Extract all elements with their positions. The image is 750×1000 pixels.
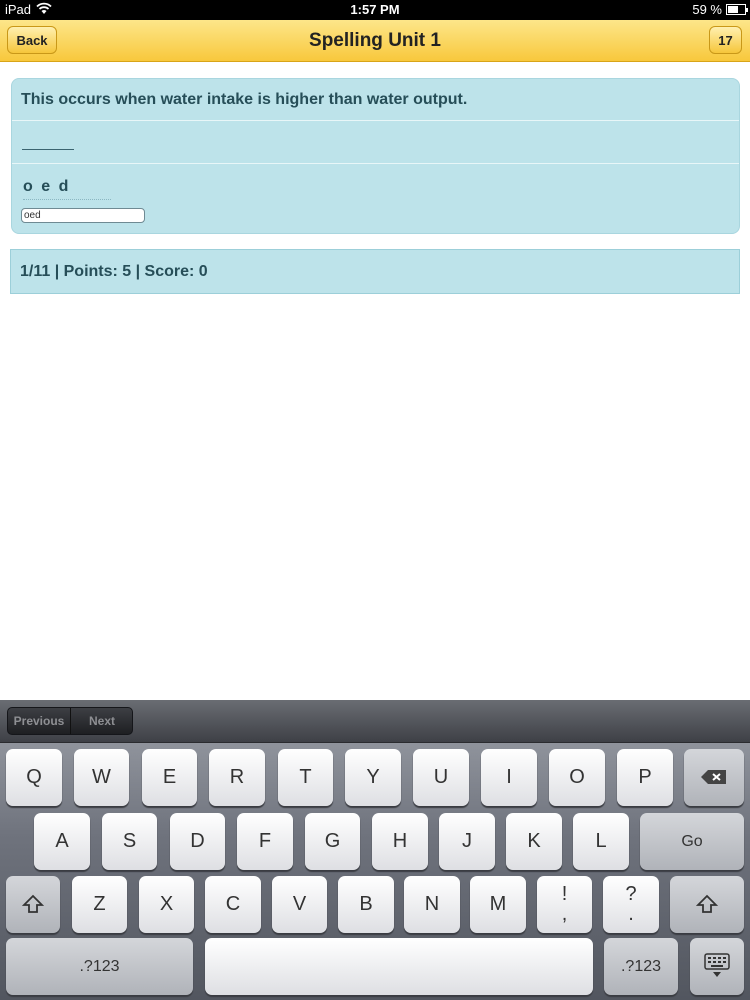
key-exclaim-comma[interactable]: ! , [537, 876, 592, 933]
hide-keyboard-key[interactable] [690, 938, 744, 995]
key-period-label: . [628, 903, 634, 925]
shift-key-left[interactable] [6, 876, 60, 933]
key-comma-label: , [561, 903, 568, 925]
numbers-key-right[interactable]: .?123 [604, 938, 678, 995]
key-l[interactable]: L [573, 813, 629, 870]
backspace-icon [701, 770, 726, 784]
letters-underline [23, 199, 111, 200]
key-b[interactable]: B [338, 876, 394, 933]
key-u[interactable]: U [413, 749, 469, 806]
key-m[interactable]: M [470, 876, 526, 933]
question-card: This occurs when water intake is higher … [11, 78, 740, 234]
status-bar: iPad 1:57 PM 59 % [0, 0, 750, 20]
shift-key-right[interactable] [670, 876, 744, 933]
key-e[interactable]: E [142, 749, 197, 806]
key-h[interactable]: H [372, 813, 428, 870]
key-a[interactable]: A [34, 813, 90, 870]
key-x[interactable]: X [139, 876, 194, 933]
key-y[interactable]: Y [345, 749, 401, 806]
key-question-label: ? [625, 883, 637, 905]
delete-key[interactable] [684, 749, 744, 806]
question-prompt: This occurs when water intake is higher … [21, 91, 468, 108]
key-f[interactable]: F [237, 813, 293, 870]
previous-button[interactable]: Previous [8, 708, 71, 734]
key-i[interactable]: I [481, 749, 537, 806]
numbers-key-left[interactable]: .?123 [6, 938, 193, 995]
prev-next-control: Previous Next [7, 707, 133, 735]
clock: 1:57 PM [350, 2, 400, 17]
keyboard-hide-icon [704, 953, 730, 977]
answer-row: o e d [12, 164, 739, 233]
key-k[interactable]: K [506, 813, 562, 870]
go-key[interactable]: Go [640, 813, 744, 870]
key-n[interactable]: N [404, 876, 460, 933]
key-r[interactable]: R [209, 749, 265, 806]
progress-text: 1/11 | Points: 5 | Score: 0 [20, 263, 208, 280]
keyboard-toolbar: Previous Next [0, 700, 750, 743]
next-button[interactable]: Next [71, 708, 132, 734]
key-o[interactable]: O [549, 749, 605, 806]
battery-icon [726, 4, 748, 15]
key-exclaim-label: ! [561, 883, 568, 905]
progress-panel: 1/11 | Points: 5 | Score: 0 [10, 249, 740, 294]
key-z[interactable]: Z [72, 876, 127, 933]
key-t[interactable]: T [278, 749, 333, 806]
scrambled-letters: o e d [23, 178, 71, 195]
counter-button[interactable]: 17 [709, 26, 742, 54]
answer-input[interactable] [21, 208, 145, 223]
on-screen-keyboard: Previous Next Q W E R T Y U I O P A S D … [0, 700, 750, 1000]
key-s[interactable]: S [102, 813, 157, 870]
shift-icon [22, 894, 44, 913]
key-q[interactable]: Q [6, 749, 62, 806]
key-question-period[interactable]: ? . [603, 876, 659, 933]
blank-row [12, 121, 739, 164]
key-c[interactable]: C [205, 876, 261, 933]
key-v[interactable]: V [272, 876, 327, 933]
battery-percent: 59 % [692, 2, 722, 17]
question-row: This occurs when water intake is higher … [12, 79, 739, 121]
key-g[interactable]: G [305, 813, 360, 870]
space-bar[interactable] [205, 938, 593, 995]
nav-bar: Back Spelling Unit 1 17 [0, 20, 750, 62]
key-d[interactable]: D [170, 813, 225, 870]
shift-icon [696, 894, 718, 913]
key-w[interactable]: W [74, 749, 129, 806]
answer-blank [22, 149, 74, 150]
key-p[interactable]: P [617, 749, 673, 806]
key-j[interactable]: J [439, 813, 495, 870]
page-title: Spelling Unit 1 [309, 30, 441, 51]
